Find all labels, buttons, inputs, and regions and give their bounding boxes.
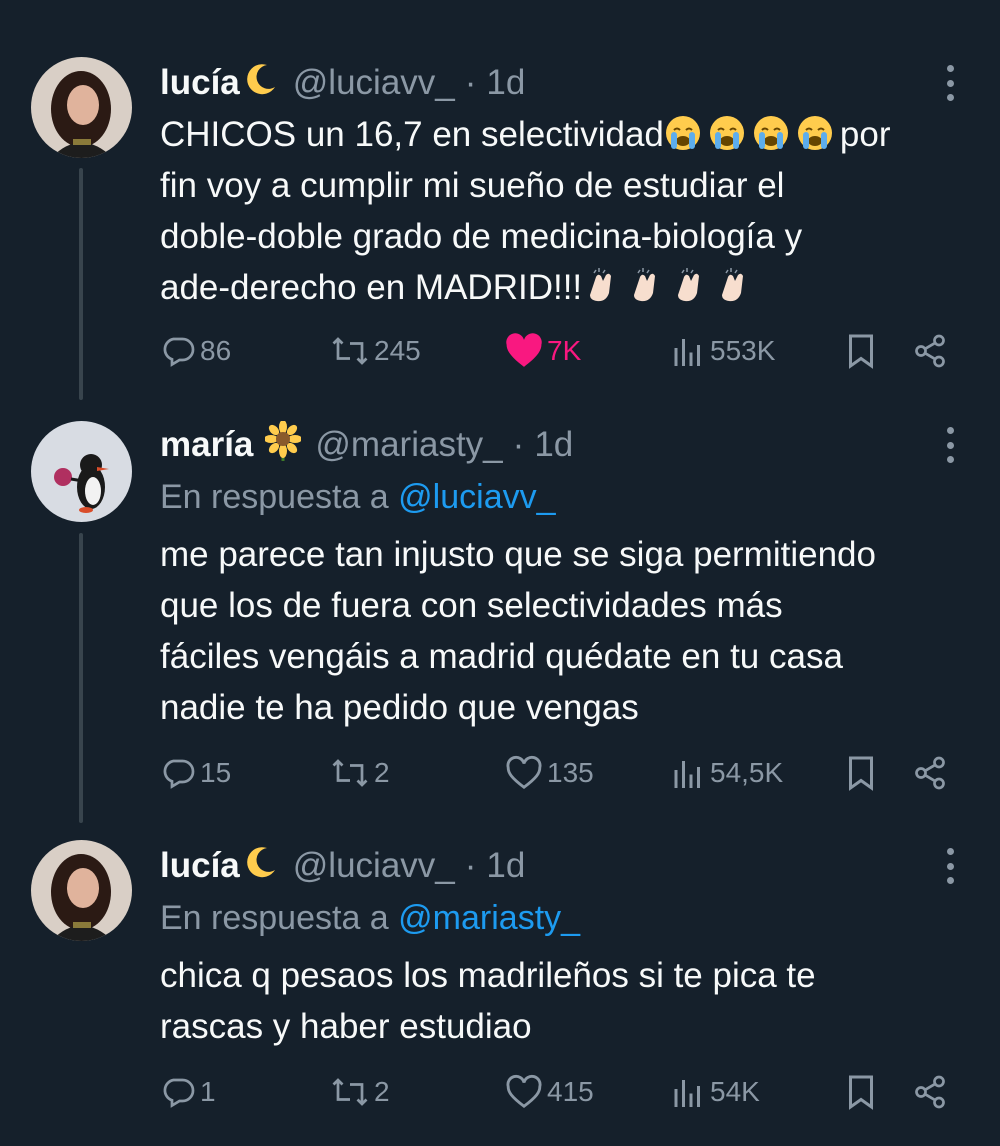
views-chart-icon <box>674 1080 700 1107</box>
share-button[interactable] <box>912 1072 948 1112</box>
tweet-header: lucía @luciavv_ · 1d <box>160 842 960 890</box>
like-count: 135 <box>547 757 594 788</box>
separator-dot: · <box>512 425 525 464</box>
more-options-icon[interactable] <box>940 65 960 101</box>
reply-icon <box>163 1078 195 1108</box>
share-icon <box>915 756 945 790</box>
retweet-button[interactable]: 2 <box>330 1072 390 1112</box>
text-line: fin voy a cumplir mi sueño de estudiar e… <box>160 166 785 205</box>
user-handle[interactable]: @luciavv_ <box>293 63 455 103</box>
display-name[interactable]: lucía <box>160 846 240 886</box>
reply-button[interactable]: 1 <box>160 1072 216 1112</box>
tweet[interactable]: lucía @luciavv_ · 1d CHICOS un 16,7 en s… <box>0 57 1000 397</box>
text-line: ade-derecho en MADRID!!! <box>160 262 960 313</box>
more-options-icon[interactable] <box>940 848 960 884</box>
tweet-text: me parece tan injusto que se siga permit… <box>160 529 960 733</box>
crescent-moon-emoji <box>243 61 279 106</box>
bookmark-icon <box>849 1075 873 1110</box>
share-button[interactable] <box>912 753 948 793</box>
reply-button[interactable]: 15 <box>160 753 231 793</box>
avatar[interactable] <box>31 840 132 941</box>
retweet-button[interactable]: 2 <box>330 753 390 793</box>
reply-context: En respuesta a @luciavv_ <box>160 478 556 516</box>
tweet-text: chica q pesaos los madrileños si te pica… <box>160 950 960 1052</box>
reply-context: En respuesta a @mariasty_ <box>160 899 581 937</box>
user-handle[interactable]: @luciavv_ <box>293 846 455 886</box>
display-name[interactable]: lucía <box>160 63 240 103</box>
text-line: rascas y haber estudiao <box>160 1007 532 1046</box>
clapping-hands-emoji <box>582 268 758 307</box>
text-line: chica q pesaos los madrileños si te pica… <box>160 956 816 995</box>
text-line: me parece tan injusto que se siga permit… <box>160 535 876 574</box>
tweet-actions: 15 2 135 54,5K <box>160 753 960 793</box>
retweet-count: 2 <box>374 757 390 788</box>
display-name[interactable]: maría <box>160 425 253 465</box>
heart-icon <box>506 755 542 790</box>
tweet[interactable]: maría @mariasty_ · 1d En respuesta a @lu… <box>0 419 1000 799</box>
tweet[interactable]: lucía @luciavv_ · 1d En respuesta a @mar… <box>0 840 1000 1130</box>
timestamp[interactable]: 1d <box>486 63 525 103</box>
text-line: fáciles vengáis a madrid quédate en tu c… <box>160 637 843 676</box>
share-button[interactable] <box>912 331 948 371</box>
text-line: CHICOS un 16,7 en selectividad por <box>160 115 891 154</box>
bookmark-icon <box>849 334 873 369</box>
view-count: 54,5K <box>710 757 784 788</box>
text-line: nadie te ha pedido que vengas <box>160 688 639 727</box>
mention-link[interactable]: @luciavv_ <box>398 478 555 516</box>
like-button[interactable]: 415 <box>505 1072 594 1112</box>
views-button[interactable]: 54K <box>670 1072 760 1112</box>
timestamp[interactable]: 1d <box>534 425 573 465</box>
mention-link[interactable]: @mariasty_ <box>398 899 580 937</box>
text-line: doble-doble grado de medicina-biología y <box>160 217 803 256</box>
like-count: 7K <box>547 335 582 366</box>
bookmark-button[interactable] <box>846 331 876 371</box>
views-button[interactable]: 54,5K <box>670 753 783 793</box>
reply-icon <box>163 337 195 367</box>
retweet-icon <box>332 337 368 365</box>
retweet-icon <box>332 759 368 787</box>
views-button[interactable]: 553K <box>670 331 775 371</box>
retweet-count: 245 <box>374 335 421 366</box>
views-chart-icon <box>674 339 700 366</box>
bookmark-button[interactable] <box>846 753 876 793</box>
retweet-icon <box>332 1078 368 1106</box>
reply-icon <box>163 759 195 789</box>
tweet-text: CHICOS un 16,7 en selectividad por fin vo… <box>160 109 960 313</box>
like-count: 415 <box>547 1076 594 1107</box>
more-options-icon[interactable] <box>940 427 960 463</box>
heart-filled-icon <box>506 333 542 367</box>
crescent-moon-emoji <box>243 844 279 889</box>
bookmark-icon <box>849 756 873 791</box>
timestamp[interactable]: 1d <box>486 846 525 886</box>
tweet-actions: 1 2 415 54K <box>160 1072 960 1112</box>
retweet-button[interactable]: 245 <box>330 331 421 371</box>
bookmark-button[interactable] <box>846 1072 876 1112</box>
view-count: 553K <box>710 335 776 366</box>
tweet-actions: 86 245 7K 553K <box>160 331 960 371</box>
text-line: que los de fuera con selectividades más <box>160 586 783 625</box>
heart-icon <box>506 1074 542 1109</box>
retweet-count: 2 <box>374 1076 390 1107</box>
tweet-header: lucía @luciavv_ · 1d <box>160 59 960 107</box>
share-icon <box>915 1075 945 1109</box>
reply-button[interactable]: 86 <box>160 331 231 371</box>
reply-count: 15 <box>200 757 232 788</box>
views-chart-icon <box>674 761 700 788</box>
separator-dot: · <box>464 63 477 102</box>
like-button[interactable]: 7K <box>505 331 581 371</box>
separator-dot: · <box>464 846 477 885</box>
reply-count: 86 <box>200 335 232 366</box>
crying-face-emoji <box>664 115 840 154</box>
tweet-header: maría @mariasty_ · 1d <box>160 419 960 470</box>
share-icon <box>915 334 945 368</box>
sunflower-emoji <box>264 419 303 470</box>
penguin-avatar[interactable] <box>31 421 132 522</box>
avatar[interactable] <box>31 57 132 158</box>
reply-count: 1 <box>200 1076 216 1107</box>
user-handle[interactable]: @mariasty_ <box>315 425 502 465</box>
like-button[interactable]: 135 <box>505 753 594 793</box>
view-count: 54K <box>710 1076 760 1107</box>
